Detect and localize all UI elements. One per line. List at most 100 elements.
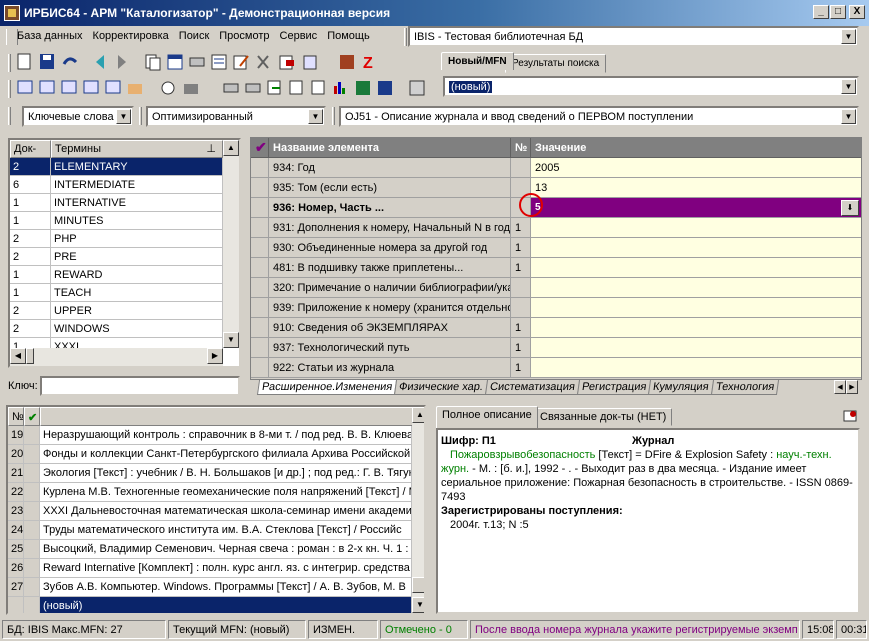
terms-header-terms[interactable]: Термины ⊥	[51, 140, 223, 158]
worksheet-select[interactable]: OJ51 - Описание журнала и ввод сведений …	[339, 106, 859, 127]
field-tab[interactable]: Систематизация	[485, 380, 580, 395]
field-row[interactable]: 481: В подшивку также приплетены... 1	[251, 258, 861, 278]
menu-view[interactable]: Просмотр	[214, 26, 274, 46]
format5-icon[interactable]	[105, 80, 121, 94]
record-mark[interactable]	[24, 445, 40, 464]
field-row[interactable]: 931: Дополнения к номеру, Начальный N в …	[251, 218, 861, 238]
export-icon[interactable]	[303, 55, 317, 70]
record-mark[interactable]	[24, 559, 40, 578]
record-row[interactable]: 27 Зубов А.В. Компьютер. Windows. Програм…	[8, 578, 418, 597]
menu-search[interactable]: Поиск	[174, 26, 214, 46]
fields-header-num[interactable]: №	[511, 138, 531, 158]
term-row[interactable]: 2 WINDOWS	[10, 320, 223, 338]
tab-left-icon[interactable]: ◀	[834, 380, 846, 394]
term-row[interactable]: 1 MINUTES	[10, 212, 223, 230]
record-mark[interactable]	[24, 502, 40, 521]
format2-icon[interactable]	[39, 80, 55, 94]
new-doc-icon[interactable]	[17, 53, 31, 70]
table-icon[interactable]	[167, 54, 183, 70]
print-preview-icon[interactable]	[842, 408, 860, 424]
terms-header-docs[interactable]: Док-ов	[10, 140, 51, 167]
scroll-thumb[interactable]	[412, 577, 424, 593]
docs-icon[interactable]	[289, 80, 303, 95]
field-value[interactable]: 5	[531, 198, 861, 218]
field-row[interactable]: 320: Примечание о наличии библиографии/у…	[251, 278, 861, 298]
undo-icon[interactable]	[62, 57, 78, 65]
record-row[interactable]: 19 Неразрушающий контроль : справочник в …	[8, 426, 418, 445]
arrow-doc-icon[interactable]	[267, 80, 281, 95]
dictionary-icon[interactable]	[340, 55, 354, 69]
tab-right-icon[interactable]: ▶	[846, 380, 858, 394]
menu-edit[interactable]: Корректировка	[88, 26, 174, 46]
record-mark[interactable]	[24, 597, 40, 613]
term-row[interactable]: 2 PRE	[10, 248, 223, 266]
record-row[interactable]: 24 Труды математического института им. В.…	[8, 521, 418, 540]
pin-icon[interactable]: ⊥	[206, 142, 216, 155]
record-mark[interactable]	[24, 540, 40, 559]
record-mark[interactable]	[24, 426, 40, 445]
record-mark[interactable]	[24, 521, 40, 540]
tab-new-mfn[interactable]: Новый/MFN	[441, 52, 514, 70]
scroll-thumb[interactable]	[26, 348, 34, 364]
scroll-down-icon[interactable]: ▼	[412, 597, 424, 613]
chevron-down-icon[interactable]: ▼	[841, 79, 856, 94]
search-option-select[interactable]: Оптимизированный ▼	[146, 106, 326, 127]
format3-icon[interactable]	[61, 80, 77, 94]
field-row[interactable]: 935: Том (если есть) 13	[251, 178, 861, 198]
records-vscrollbar[interactable]: ▲ ▼	[412, 407, 424, 613]
field-row[interactable]: 937: Технологический путь 1	[251, 338, 861, 358]
maximize-button[interactable]: □	[830, 5, 846, 19]
scroll-up-icon[interactable]: ▲	[412, 407, 424, 423]
database-select[interactable]: IBIS - Тестовая библиотечная БД ▼	[408, 26, 859, 47]
excel-icon[interactable]	[356, 81, 370, 95]
mfn-select[interactable]: (новый) ▼	[443, 76, 859, 97]
record-row[interactable]: 23 XXXI Дальневосточная математическая шк…	[8, 502, 418, 521]
records-header-no[interactable]: №	[8, 407, 24, 426]
check-icon[interactable]: ✔	[24, 407, 40, 426]
copy-icon[interactable]	[145, 54, 161, 71]
field-row[interactable]: 922: Статьи из журнала 1	[251, 358, 861, 378]
chevron-down-icon[interactable]: ▼	[116, 109, 131, 124]
record-mark[interactable]	[24, 578, 40, 597]
record-row[interactable]: 20 Фонды и коллекции Санкт-Петербургского…	[8, 445, 418, 464]
stats-icon[interactable]	[334, 82, 345, 94]
chevron-down-icon[interactable]: ▼	[841, 29, 856, 44]
field-row[interactable]: 930: Объединенные номера за другой год 1	[251, 238, 861, 258]
record-row[interactable]: 25 Высоцкий, Владимир Семенович. Черная с…	[8, 540, 418, 559]
list-icon[interactable]	[211, 54, 227, 70]
tab-search-results[interactable]: Результаты поиска	[505, 54, 607, 73]
chevron-down-icon[interactable]: ▼	[308, 109, 323, 124]
field-tab[interactable]: Технология	[710, 380, 779, 395]
term-row[interactable]: 2 UPPER	[10, 302, 223, 320]
record-row[interactable]: 22 Курлена М.В. Техногенные геомеханическ…	[8, 483, 418, 502]
forward-icon[interactable]	[118, 55, 126, 69]
tab-full-description[interactable]: Полное описание	[436, 406, 538, 428]
check-icon[interactable]: ✔	[251, 138, 269, 158]
menu-database[interactable]: База данных	[12, 26, 88, 46]
field-row[interactable]: 939: Приложение к номеру (хранится отдел…	[251, 298, 861, 318]
fields-header-value[interactable]: Значение	[531, 138, 861, 158]
field-tab[interactable]: Регистрация	[576, 380, 652, 395]
field-row[interactable]: 934: Год 2005	[251, 158, 861, 178]
field-row[interactable]: 936: Номер, Часть ... 5 ⬇	[251, 198, 861, 218]
term-row[interactable]: 1 TEACH	[10, 284, 223, 302]
field-tab[interactable]: Кумуляция	[648, 380, 714, 395]
minimize-button[interactable]: _	[813, 5, 829, 19]
desc-title-link[interactable]: Пожаровзрывобезопасность	[450, 449, 595, 461]
dropdown-icon[interactable]: ⬇	[841, 200, 859, 216]
back-icon[interactable]	[96, 55, 104, 69]
scroll-right-icon[interactable]: ▶	[207, 348, 223, 364]
terms-hscrollbar[interactable]: ◀ ▶	[10, 348, 223, 366]
print-icon[interactable]	[189, 57, 205, 67]
scroll-up-icon[interactable]: ▲	[223, 140, 239, 156]
term-row[interactable]: 1 INTERNATIVE	[10, 194, 223, 212]
term-row[interactable]: 2 ELEMENTARY	[10, 158, 223, 176]
terms-vscrollbar[interactable]: ▲ ▼	[223, 140, 239, 348]
scroll-down-icon[interactable]: ▼	[223, 332, 239, 348]
menu-service[interactable]: Сервис	[275, 26, 323, 46]
delete-icon[interactable]	[257, 55, 269, 69]
word-icon[interactable]	[378, 81, 392, 95]
save-icon[interactable]	[40, 54, 54, 69]
term-row[interactable]: 2 PHP	[10, 230, 223, 248]
field-row[interactable]: 910: Сведения об ЭКЗЕМПЛЯРАХ 1	[251, 318, 861, 338]
